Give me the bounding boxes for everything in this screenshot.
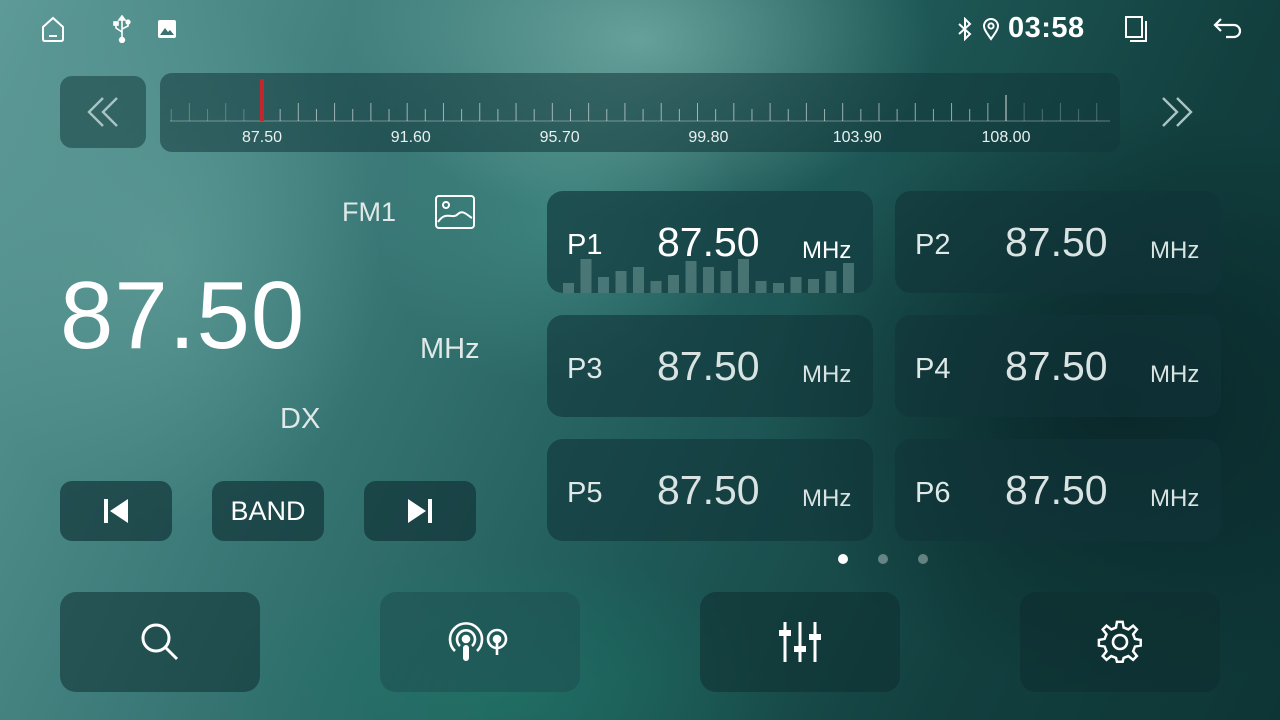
- double-chevron-right-icon: [1162, 97, 1193, 127]
- preset-name: P3: [567, 353, 603, 385]
- page-dot[interactable]: [878, 554, 888, 564]
- preset-frequency: 87.50: [657, 343, 760, 389]
- signal-bar: [580, 259, 592, 293]
- preset-p2[interactable]: P2 87.50 MHz: [895, 191, 1221, 293]
- previous-station-button[interactable]: [60, 481, 172, 541]
- signal-bar: [773, 283, 784, 293]
- multitask-icon[interactable]: [1121, 14, 1151, 44]
- preset-unit: MHz: [1150, 485, 1200, 512]
- seek-back-button[interactable]: [60, 76, 146, 148]
- signal-bar: [598, 277, 609, 293]
- signal-bar: [720, 271, 732, 293]
- frequency-unit: MHz: [420, 333, 480, 365]
- preset-unit: MHz: [1150, 361, 1200, 388]
- preset-name: P2: [915, 229, 951, 261]
- radio-stations-button[interactable]: [380, 592, 580, 692]
- home-icon[interactable]: [38, 14, 68, 44]
- seek-forward-button[interactable]: [1134, 76, 1220, 148]
- settings-button[interactable]: [1020, 592, 1220, 692]
- frequency-dial[interactable]: 87.50 91.60 95.70 99.80 103.90 108.00: [160, 73, 1120, 152]
- dial-label: 95.70: [539, 129, 580, 146]
- preset-p5[interactable]: P5 87.50 MHz: [547, 439, 873, 541]
- search-button[interactable]: [60, 592, 260, 692]
- back-icon[interactable]: [1210, 14, 1246, 44]
- signal-bar: [808, 279, 819, 293]
- preset-p6[interactable]: P6 87.50 MHz: [895, 439, 1221, 541]
- preset-unit: MHz: [802, 237, 852, 264]
- signal-bar: [633, 267, 644, 293]
- preset-frequency: 87.50: [657, 219, 760, 265]
- preset-unit: MHz: [802, 361, 852, 388]
- preset-name: P1: [567, 229, 603, 261]
- band-label: FM1: [342, 197, 396, 227]
- double-chevron-left-icon: [87, 97, 118, 127]
- page-dot[interactable]: [918, 554, 928, 564]
- equalizer-button[interactable]: [700, 592, 900, 692]
- skip-previous-icon: [104, 499, 128, 523]
- preset-frequency: 87.50: [1005, 343, 1108, 389]
- signal-bar: [825, 271, 837, 293]
- page-dot[interactable]: [838, 554, 848, 564]
- signal-bar: [755, 281, 767, 293]
- radio-broadcast-icon: [448, 622, 508, 661]
- preset-name: P6: [915, 477, 951, 509]
- current-frequency: 87.50: [60, 262, 306, 369]
- dial-label: 91.60: [390, 129, 431, 146]
- preset-name: P5: [567, 477, 603, 509]
- settings-icon: [1097, 620, 1142, 663]
- preset-unit: MHz: [802, 485, 852, 512]
- dial-label: 87.50: [241, 129, 283, 146]
- signal-bar: [790, 277, 802, 293]
- album-art-icon[interactable]: [434, 194, 476, 235]
- preset-p4[interactable]: P4 87.50 MHz: [895, 315, 1221, 417]
- next-station-button[interactable]: [364, 481, 476, 541]
- signal-bar: [563, 283, 574, 293]
- preset-frequency: 87.50: [657, 467, 760, 513]
- equalizer-icon: [779, 622, 821, 662]
- signal-bar: [615, 271, 627, 293]
- preset-p3[interactable]: P3 87.50 MHz: [547, 315, 873, 417]
- signal-bar: [843, 263, 854, 293]
- preset-frequency: 87.50: [1005, 467, 1108, 513]
- dial-label: 103.90: [832, 129, 882, 146]
- preset-name: P4: [915, 353, 951, 385]
- bluetooth-icon: [952, 14, 978, 44]
- dial-label: 99.80: [688, 129, 729, 146]
- location-icon: [978, 14, 1004, 44]
- search-icon: [141, 623, 179, 661]
- band-button[interactable]: BAND: [212, 481, 324, 541]
- dial-ticks: [170, 79, 1110, 122]
- tuning-needle: [260, 79, 264, 121]
- preset-p1[interactable]: P1 87.50 MHz: [547, 191, 873, 293]
- signal-bar: [650, 281, 662, 293]
- usb-icon: [107, 14, 137, 44]
- signal-bar: [703, 267, 714, 293]
- clock: 03:58: [1008, 12, 1085, 44]
- preset-frequency: 87.50: [1005, 219, 1108, 265]
- skip-next-icon: [408, 499, 432, 523]
- dx-mode-label[interactable]: DX: [280, 403, 320, 436]
- signal-bar: [668, 275, 679, 293]
- gallery-icon: [152, 14, 182, 44]
- preset-unit: MHz: [1150, 237, 1200, 264]
- dial-label: 108.00: [981, 129, 1031, 146]
